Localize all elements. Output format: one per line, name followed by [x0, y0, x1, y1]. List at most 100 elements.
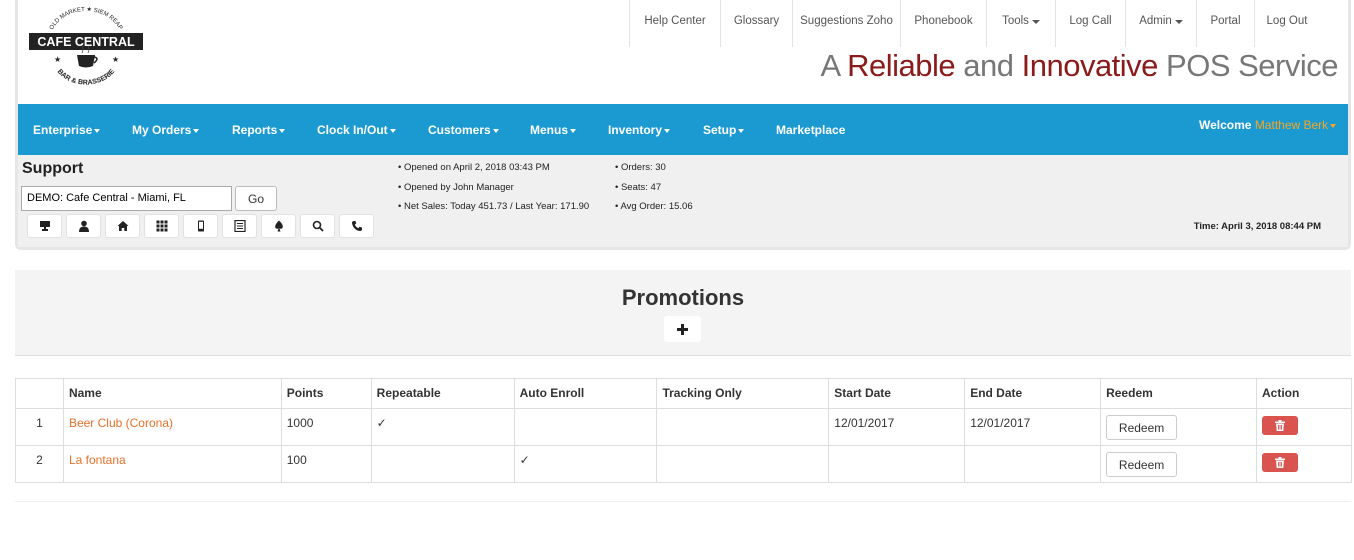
nav-inventory[interactable]: Inventory — [608, 123, 671, 137]
svg-text:OLD MARKET ★ SIEM REAP: OLD MARKET ★ SIEM REAP — [49, 6, 123, 31]
column-header-start-date: Start Date — [828, 378, 966, 409]
home-icon[interactable] — [105, 214, 140, 238]
store-select[interactable]: DEMO: Cafe Central - Miami, FL — [21, 186, 232, 211]
redeem-button[interactable]: Redeem — [1106, 415, 1178, 440]
add-promotion-button[interactable] — [664, 316, 701, 342]
repeatable-cell — [370, 445, 515, 483]
chevron-down-icon — [570, 128, 577, 133]
redeem-cell: Redeem — [1100, 408, 1257, 446]
nav-clock-in-out[interactable]: Clock In/Out — [317, 123, 396, 137]
top-nav-log-call[interactable]: Log Call — [1055, 0, 1125, 47]
column-header — [15, 378, 64, 409]
nav-my-orders[interactable]: My Orders — [132, 123, 200, 137]
welcome-label: Welcome — [1199, 118, 1252, 132]
nav-reports[interactable]: Reports — [232, 123, 286, 137]
column-header-repeatable: Repeatable — [370, 378, 515, 409]
chevron-down-icon — [279, 128, 286, 133]
top-nav-log-out[interactable]: Log Out — [1254, 0, 1319, 47]
main-nav: Enterprise My Orders Reports Clock In/Ou… — [18, 104, 1348, 155]
top-nav-label: Help Center — [644, 15, 706, 27]
net-sales-text: • Net Sales: Today 451.73 / Last Year: 1… — [398, 201, 590, 212]
end-date-cell — [964, 445, 1102, 483]
divider — [15, 501, 1351, 502]
delete-button[interactable] — [1261, 416, 1298, 435]
repeatable-cell: ✓ — [370, 408, 515, 446]
chevron-down-icon — [193, 128, 200, 133]
top-nav-label: Phonebook — [914, 15, 973, 27]
top-nav-glossary[interactable]: Glossary — [720, 0, 792, 47]
top-nav-portal[interactable]: Portal — [1196, 0, 1254, 47]
points-cell: 1000 — [280, 408, 372, 446]
support-panel: Support DEMO: Cafe Central - Miami, FL G… — [18, 155, 1348, 247]
end-date-cell: 12/01/2017 — [964, 408, 1102, 446]
top-nav-label: Admin — [1139, 15, 1172, 27]
orders-text: • Orders: 30 — [615, 162, 666, 173]
delete-button[interactable] — [1261, 453, 1298, 472]
chevron-down-icon — [492, 128, 499, 133]
list-icon[interactable] — [222, 214, 257, 238]
header: OLD MARKET ★ SIEM REAP CAFE CENTRAL BAR … — [15, 0, 1351, 250]
top-nav-help-center[interactable]: Help Center — [629, 0, 720, 47]
chevron-down-icon — [738, 128, 745, 133]
redeem-cell: Redeem — [1100, 445, 1257, 483]
spade-icon[interactable] — [261, 214, 296, 238]
column-header-points: Points — [280, 378, 372, 409]
promotions-table: Name Points Repeatable Auto Enroll Track… — [15, 378, 1353, 483]
top-nav-phonebook[interactable]: Phonebook — [900, 0, 986, 47]
opened-by-text: • Opened by John Manager — [398, 181, 514, 193]
action-cell — [1255, 445, 1353, 483]
nav-menus[interactable]: Menus — [530, 123, 577, 137]
auto-enroll-cell: ✓ — [513, 445, 658, 483]
start-date-cell: 12/01/2017 — [828, 408, 966, 446]
nav-enterprise[interactable]: Enterprise — [33, 123, 101, 137]
action-cell — [1255, 408, 1353, 446]
top-nav-suggestions[interactable]: Suggestions Zoho — [792, 0, 900, 47]
svg-text:★: ★ — [54, 55, 61, 64]
plus-icon — [677, 323, 688, 335]
top-nav: Help Center Glossary Suggestions Zoho Ph… — [629, 0, 1319, 47]
points-cell: 100 — [280, 445, 372, 483]
top-nav-tools[interactable]: Tools — [986, 0, 1055, 47]
promotion-name-link[interactable]: La fontana — [69, 453, 126, 467]
current-time: Time: April 3, 2018 08:44 PM — [1193, 221, 1321, 232]
column-header-auto-enroll: Auto Enroll — [513, 378, 658, 409]
quick-icon-bar — [27, 214, 374, 238]
welcome-area: Welcome Matthew Berk — [1199, 118, 1337, 132]
top-nav-label: Log Out — [1266, 15, 1308, 27]
table-header-row: Name Points Repeatable Auto Enroll Track… — [15, 378, 1353, 409]
pos-terminal-icon[interactable] — [27, 214, 62, 238]
phone-icon[interactable] — [339, 214, 374, 238]
name-cell: La fontana — [62, 445, 282, 483]
cafe-central-logo[interactable]: OLD MARKET ★ SIEM REAP CAFE CENTRAL BAR … — [26, 6, 146, 96]
seats-text: • Seats: 47 — [615, 181, 662, 193]
top-nav-label: Tools — [1002, 15, 1029, 27]
column-header-redeem: Reedem — [1100, 378, 1257, 409]
opened-on-text: • Opened on April 2, 2018 03:43 PM — [398, 162, 550, 173]
grid-icon[interactable] — [144, 214, 179, 238]
top-nav-admin[interactable]: Admin — [1125, 0, 1196, 47]
nav-setup[interactable]: Setup — [703, 123, 745, 137]
chevron-down-icon — [664, 128, 671, 133]
row-number: 1 — [15, 408, 64, 446]
mobile-icon[interactable] — [183, 214, 218, 238]
support-title: Support — [22, 160, 84, 177]
tracking-only-cell — [656, 408, 830, 446]
trash-icon — [1274, 420, 1285, 431]
store-info-right: • Orders: 30 • Seats: 47 • Avg Order: 15… — [615, 158, 693, 217]
tagline: A Reliable and Innovative POS Service — [820, 48, 1339, 83]
top-nav-label: Glossary — [733, 15, 780, 27]
promotion-name-link[interactable]: Beer Club (Corona) — [69, 416, 173, 430]
nav-marketplace[interactable]: Marketplace — [776, 123, 845, 137]
chevron-down-icon — [389, 128, 396, 133]
svg-text:CAFE CENTRAL: CAFE CENTRAL — [37, 35, 135, 49]
svg-text:★: ★ — [112, 55, 119, 64]
column-header-end-date: End Date — [964, 378, 1102, 409]
user-icon[interactable] — [66, 214, 101, 238]
go-button[interactable]: Go — [235, 186, 277, 211]
redeem-button[interactable]: Redeem — [1106, 452, 1178, 477]
user-menu[interactable]: Matthew Berk — [1255, 118, 1337, 132]
nav-customers[interactable]: Customers — [428, 123, 499, 137]
search-icon[interactable] — [300, 214, 335, 238]
store-info-left: • Opened on April 2, 2018 03:43 PM • Ope… — [398, 158, 589, 217]
promotions-header: Promotions — [15, 270, 1351, 356]
